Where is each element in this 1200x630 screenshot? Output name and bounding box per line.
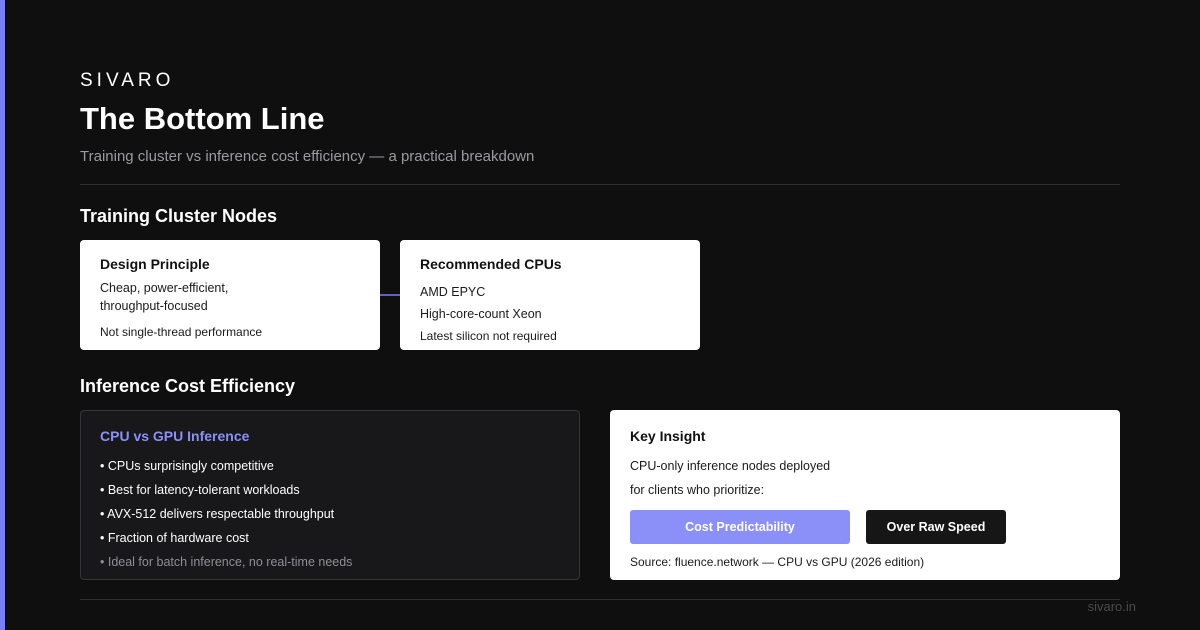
key-insight-heading: Key Insight — [630, 428, 706, 444]
bullet-item: • Fraction of hardware cost — [100, 531, 249, 545]
page-title: The Bottom Line — [80, 101, 325, 136]
design-principle-line-1: Cheap, power-efficient, — [100, 281, 229, 295]
recommended-cpus-note: Latest silicon not required — [420, 329, 557, 343]
bullet-item: • Ideal for batch inference, no real-tim… — [100, 555, 353, 569]
footer-divider — [80, 599, 1120, 600]
accent-bar — [0, 0, 5, 630]
key-insight-card: Key Insight CPU-only inference nodes dep… — [610, 410, 1120, 580]
bullet-item: • AVX-512 delivers respectable throughpu… — [100, 507, 335, 521]
design-principle-note: Not single-thread performance — [100, 325, 263, 339]
over-raw-speed-button[interactable]: Over Raw Speed — [866, 510, 1006, 544]
design-principle-heading: Design Principle — [100, 256, 210, 272]
header-divider — [80, 184, 1120, 185]
recommended-cpus-card: Recommended CPUs AMD EPYC High-core-coun… — [400, 240, 700, 350]
cpu-vs-gpu-heading: CPU vs GPU Inference — [100, 428, 250, 444]
recommended-cpus-heading: Recommended CPUs — [420, 256, 562, 272]
key-insight-line-2: for clients who prioritize: — [630, 483, 765, 497]
key-insight-line-1: CPU-only inference nodes deployed — [630, 459, 831, 473]
cpu-vs-gpu-card: CPU vs GPU Inference • CPUs surprisingly… — [80, 410, 580, 580]
section-title-inference: Inference Cost Efficiency — [80, 376, 296, 396]
design-principle-line-2: throughput-focused — [100, 299, 208, 313]
cpu-item-xeon: High-core-count Xeon — [420, 307, 542, 321]
footer-site-link[interactable]: sivaro.in — [1088, 598, 1136, 616]
source-citation: Source: fluence.network — CPU vs GPU (20… — [630, 555, 925, 569]
cost-predictability-button[interactable]: Cost Predictability — [630, 510, 850, 544]
design-principle-card: Design Principle Cheap, power-efficient,… — [80, 240, 380, 350]
page-subtitle: Training cluster vs inference cost effic… — [80, 148, 535, 165]
cpu-item-amd-epyc: AMD EPYC — [420, 285, 486, 299]
brand-logo: SIVARO — [80, 70, 175, 91]
section-title-training: Training Cluster Nodes — [80, 206, 278, 226]
bullet-item: • CPUs surprisingly competitive — [100, 459, 274, 473]
bullet-item: • Best for latency-tolerant workloads — [100, 483, 300, 497]
